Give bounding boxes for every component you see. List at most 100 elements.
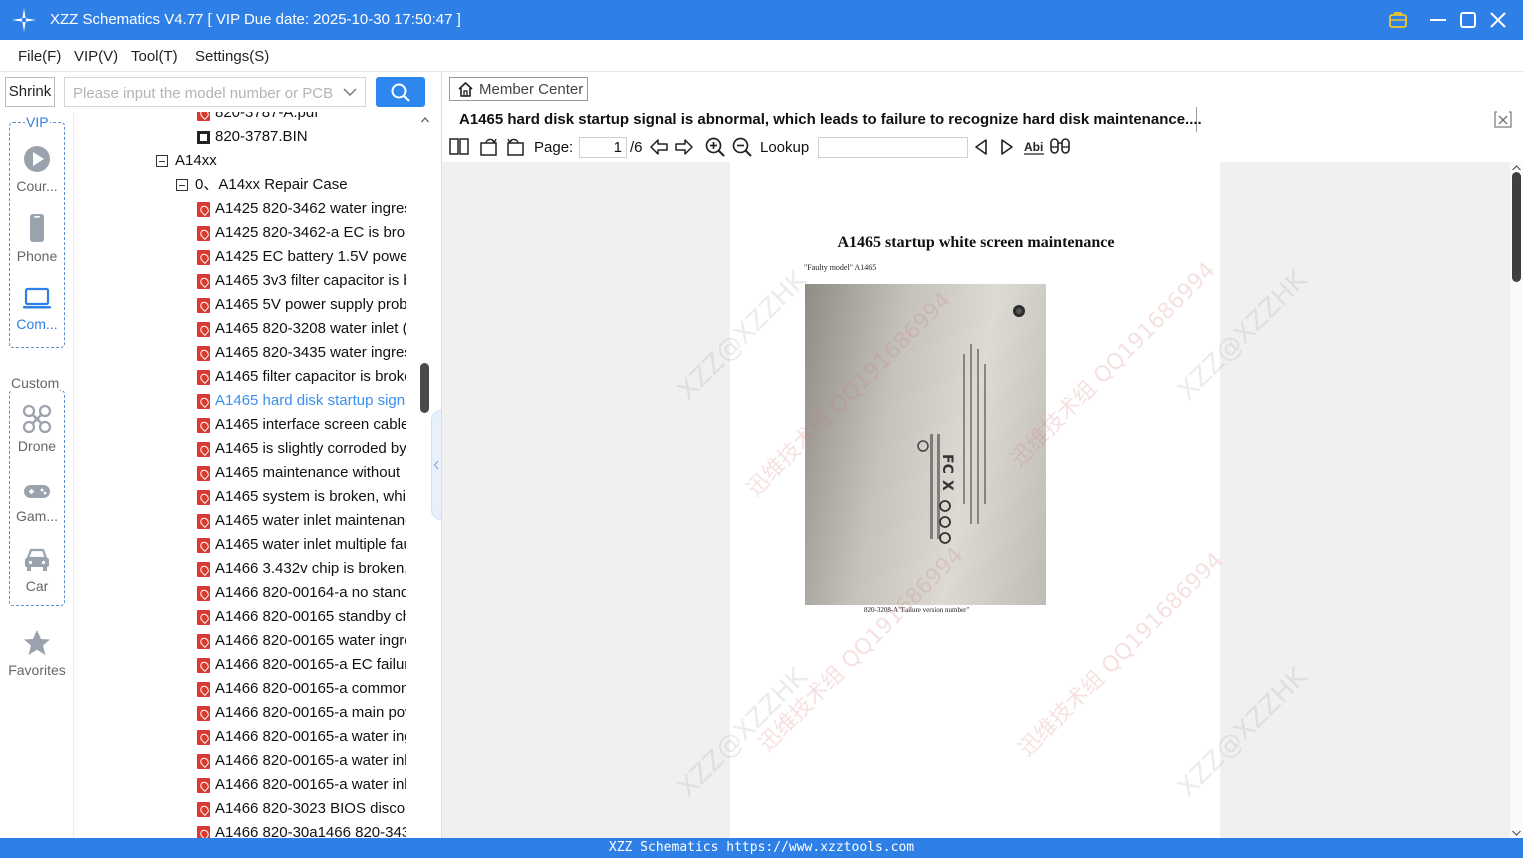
tree-file[interactable]: A1465 5V power supply problem <box>197 294 406 316</box>
previous-page-icon[interactable] <box>648 136 670 158</box>
minimize-icon[interactable] <box>1426 8 1450 32</box>
category-drone[interactable]: Drone <box>0 404 74 454</box>
tree-file[interactable]: 820-3787.BIN <box>197 126 308 148</box>
tree-item-label: A1425 820-3462 water ingress <box>215 200 406 217</box>
tree-file[interactable]: A1466 820-00165-a common <box>197 678 406 700</box>
pdf-file-icon <box>197 706 210 721</box>
tree-file[interactable]: A1466 820-00164-a no standby <box>197 582 406 604</box>
viewer-scroll-thumb[interactable] <box>1512 172 1521 282</box>
tree-scrollbar[interactable] <box>419 112 431 838</box>
category-car[interactable]: Car <box>0 546 74 594</box>
tree-file[interactable]: A1425 EC battery 1.5V power <box>197 246 406 268</box>
category-phone[interactable]: Phone <box>0 212 74 264</box>
collapse-toggle-icon[interactable] <box>156 155 168 167</box>
tree-file[interactable]: A1466 820-00165 water ingress <box>197 630 406 652</box>
tree-file[interactable]: A1466 820-00165-a EC failure <box>197 654 406 676</box>
tree-file[interactable]: A1466 820-30a1466 820-343 <box>197 822 406 838</box>
tree-folder[interactable]: A14xx <box>156 150 217 172</box>
pdf-file-icon <box>197 112 210 121</box>
model-search-box[interactable] <box>64 77 366 107</box>
tree-item-label: A1465 3v3 filter capacitor is broken <box>215 272 406 289</box>
tree-file[interactable]: A1466 820-3023 BIOS disconnect <box>197 798 406 820</box>
page-number-input[interactable]: 1 <box>579 137 627 158</box>
scroll-down-icon[interactable] <box>1512 830 1521 836</box>
category-label: Drone <box>17 438 57 454</box>
find-next-icon[interactable] <box>996 136 1018 158</box>
tree-file[interactable]: A1465 filter capacitor is broken <box>197 366 406 388</box>
zoom-out-icon[interactable] <box>731 136 753 158</box>
tree-file[interactable]: A1425 820-3462 water ingress <box>197 198 406 220</box>
category-game[interactable]: Gam... <box>0 480 74 524</box>
rotate-counterclockwise-icon[interactable] <box>504 136 526 158</box>
pdf-file-icon <box>197 274 210 289</box>
tree-folder[interactable]: 0、A14xx Repair Case <box>176 174 348 196</box>
menu-tool[interactable]: Tool(T) <box>131 48 178 65</box>
menu-file[interactable]: File(F) <box>18 48 61 65</box>
shrink-button[interactable]: Shrink <box>5 77 55 107</box>
play-circle-icon <box>24 146 50 172</box>
two-page-view-icon[interactable] <box>448 136 470 158</box>
collapse-panel-handle[interactable] <box>431 410 441 520</box>
tree-file[interactable]: A1465 3v3 filter capacitor is broken <box>197 270 406 292</box>
tree-file[interactable]: A1466 820-00165-a water inlet <box>197 750 406 772</box>
gamepad-icon <box>24 485 50 498</box>
find-all-icon[interactable] <box>1049 136 1071 158</box>
tree-file[interactable]: A1466 3.432v chip is broken, <box>197 558 406 580</box>
tree-file[interactable]: 820-3787-A.pdf <box>197 112 318 124</box>
tree-file[interactable]: A1465 820-3435 water ingress <box>197 342 406 364</box>
chevron-left-icon <box>433 460 439 470</box>
drone-icon <box>22 404 52 434</box>
close-tab-icon[interactable] <box>1494 111 1512 128</box>
zoom-in-icon[interactable] <box>704 136 726 158</box>
maximize-icon[interactable] <box>1456 8 1480 32</box>
tree-file[interactable]: A1465 820-3208 water inlet ( <box>197 318 406 340</box>
menu-vip[interactable]: VIP(V) <box>74 48 118 65</box>
document-tab[interactable]: A1465 hard disk startup signal is abnorm… <box>449 107 1202 132</box>
tree-item-label: A1465 820-3208 water inlet ( <box>215 320 406 337</box>
category-courses[interactable]: Cour... <box>0 144 74 194</box>
next-page-icon[interactable] <box>673 136 695 158</box>
briefcase-icon[interactable] <box>1386 8 1410 32</box>
category-computer[interactable]: Com... <box>0 286 74 332</box>
tree-item-label: A1466 820-00165 water ingress <box>215 632 406 649</box>
menu-settings[interactable]: Settings(S) <box>195 48 269 65</box>
rotate-clockwise-icon[interactable] <box>478 136 500 158</box>
tree-item-label: A1465 filter capacitor is broken <box>215 368 406 385</box>
find-previous-icon[interactable] <box>970 136 992 158</box>
close-icon[interactable] <box>1486 8 1510 32</box>
tree-file[interactable]: A1465 water inlet maintenance <box>197 510 406 532</box>
search-button[interactable] <box>376 77 425 107</box>
tree-file[interactable]: A1425 820-3462-a EC is broken <box>197 222 406 244</box>
vip-group-label: VIP <box>25 114 50 130</box>
match-case-icon[interactable]: Abi <box>1022 136 1046 158</box>
member-center-button[interactable]: Member Center <box>449 77 588 101</box>
chevron-down-icon[interactable] <box>343 86 357 98</box>
tree-scroll-thumb[interactable] <box>420 363 429 413</box>
pdf-file-icon <box>197 682 210 697</box>
tree-file[interactable]: A1465 water inlet multiple faults <box>197 534 406 556</box>
search-icon <box>391 83 410 102</box>
tree-file[interactable]: A1465 maintenance without <box>197 462 400 484</box>
pdf-file-icon <box>197 538 210 553</box>
tree-file[interactable]: A1465 system is broken, which <box>197 486 406 508</box>
tree-file[interactable]: A1466 820-00165-a main power <box>197 702 406 724</box>
pdf-file-icon <box>197 418 210 433</box>
tree-item-label: A1465 is slightly corroded by <box>215 440 406 457</box>
model-search-input[interactable] <box>73 83 338 103</box>
collapse-toggle-icon[interactable] <box>176 179 188 191</box>
scroll-up-icon[interactable] <box>1512 165 1521 171</box>
scroll-up-icon[interactable] <box>421 117 429 123</box>
tree-file[interactable]: A1466 820-00165-a water ingress <box>197 726 406 748</box>
category-favorites[interactable]: Favorites <box>0 628 74 678</box>
tree-item-label: A1425 820-3462-a EC is broken <box>215 224 406 241</box>
tree-file[interactable]: A1465 hard disk startup signal <box>197 390 406 412</box>
tree-file[interactable]: A1466 820-00165-a water inlet <box>197 774 406 796</box>
pdf-file-icon <box>197 778 210 793</box>
tree-file[interactable]: A1465 is slightly corroded by <box>197 438 406 460</box>
tree-file[interactable]: A1466 820-00165 standby ch <box>197 606 406 628</box>
lookup-input[interactable] <box>818 137 968 158</box>
tree-file[interactable]: A1465 interface screen cable <box>197 414 406 436</box>
document-heading: A1465 startup white screen maintenance <box>837 234 1115 251</box>
tree-item-label: A1466 820-00165-a water inlet <box>215 752 406 769</box>
member-center-label: Member Center <box>479 81 584 98</box>
